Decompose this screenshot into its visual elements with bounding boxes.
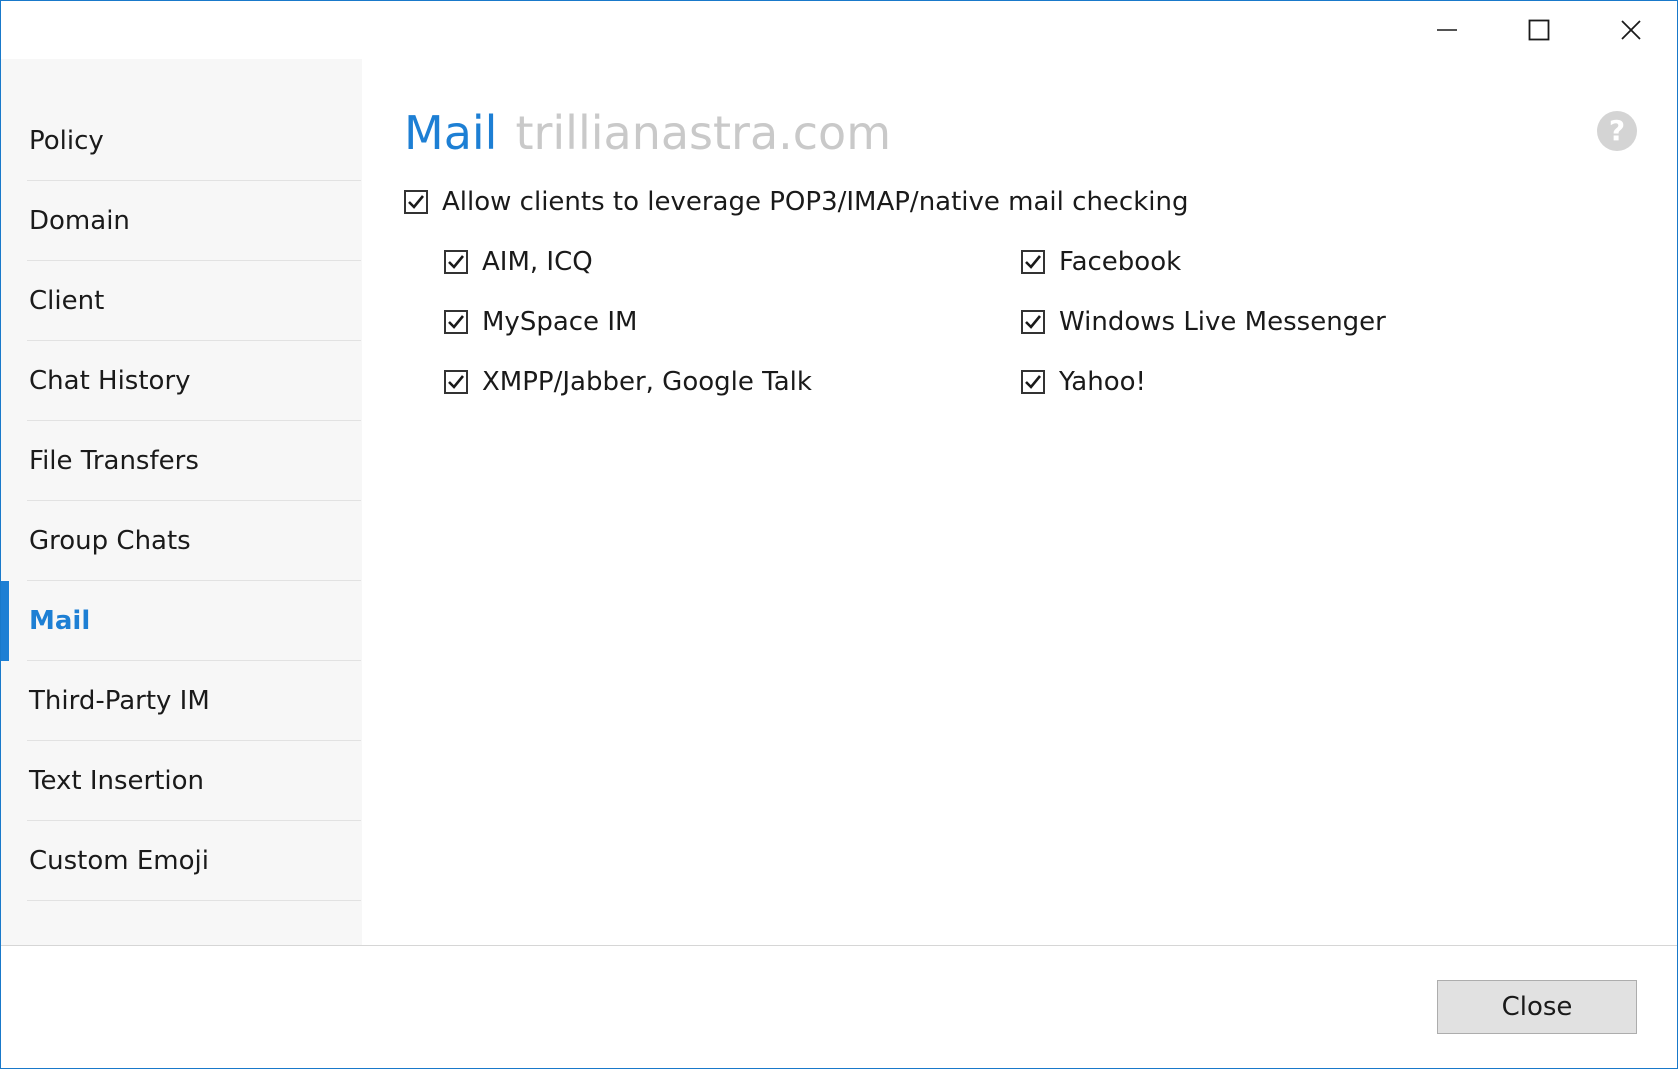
xmpp-jabber-google-talk-label: XMPP/Jabber, Google Talk [482,367,812,397]
checkmark-icon [448,255,465,269]
sidebar-item-group-chats[interactable]: Group Chats [27,501,361,581]
checkmark-icon [448,315,465,329]
sidebar-item-file-transfers[interactable]: File Transfers [27,421,361,501]
xmpp-jabber-google-talk-checkbox[interactable] [444,370,468,394]
option-windows-live-messenger[interactable]: Windows Live Messenger [1021,307,1386,337]
sidebar-item-domain[interactable]: Domain [27,181,361,261]
footer-divider [1,945,1677,946]
checkmark-icon [1025,375,1042,389]
checkmark-icon [408,195,425,209]
section-title: Mail [404,106,498,160]
page-title: Mail trillianastra.com [404,103,891,163]
windows-live-messenger-label: Windows Live Messenger [1059,307,1386,337]
domain-name: trillianastra.com [515,106,892,160]
allow-mail-checking-label: Allow clients to leverage POP3/IMAP/nati… [442,187,1189,217]
checkmark-icon [1025,255,1042,269]
settings-window: Policy Domain Client Chat History File T… [0,0,1678,1069]
close-button[interactable]: Close [1437,980,1637,1034]
maximize-button[interactable] [1493,1,1585,59]
content-panel: Mail trillianastra.com ? Allow clients to… [362,59,1677,945]
checkmark-icon [448,375,465,389]
aim-icq-checkbox[interactable] [444,250,468,274]
maximize-icon [1528,19,1550,41]
minimize-icon [1437,29,1457,31]
sidebar-item-chat-history[interactable]: Chat History [27,341,361,421]
facebook-checkbox[interactable] [1021,250,1045,274]
facebook-label: Facebook [1059,247,1182,277]
option-aim-icq[interactable]: AIM, ICQ [444,247,593,277]
sidebar-item-client[interactable]: Client [27,261,361,341]
aim-icq-label: AIM, ICQ [482,247,593,277]
active-nav-indicator [1,581,9,661]
sidebar-item-mail[interactable]: Mail [27,581,361,661]
option-myspace-im[interactable]: MySpace IM [444,307,637,337]
windows-live-messenger-checkbox[interactable] [1021,310,1045,334]
option-yahoo[interactable]: Yahoo! [1021,367,1146,397]
sidebar-item-custom-emoji[interactable]: Custom Emoji [27,821,361,901]
minimize-button[interactable] [1401,1,1493,59]
myspace-im-label: MySpace IM [482,307,638,337]
allow-mail-checking-checkbox[interactable] [404,190,428,214]
checkmark-icon [1025,315,1042,329]
title-bar[interactable] [1,1,1677,59]
yahoo-label: Yahoo! [1059,367,1146,397]
sidebar-item-policy[interactable]: Policy [27,101,361,181]
yahoo-checkbox[interactable] [1021,370,1045,394]
close-window-button[interactable] [1585,1,1677,59]
sidebar: Policy Domain Client Chat History File T… [1,59,362,945]
close-icon [1621,20,1641,40]
allow-mail-checking-option[interactable]: Allow clients to leverage POP3/IMAP/nati… [404,187,1188,217]
sidebar-item-third-party-im[interactable]: Third-Party IM [27,661,361,741]
option-facebook[interactable]: Facebook [1021,247,1181,277]
help-icon[interactable]: ? [1597,111,1637,151]
myspace-im-checkbox[interactable] [444,310,468,334]
option-xmpp-jabber-google-talk[interactable]: XMPP/Jabber, Google Talk [444,367,812,397]
sidebar-item-text-insertion[interactable]: Text Insertion [27,741,361,821]
